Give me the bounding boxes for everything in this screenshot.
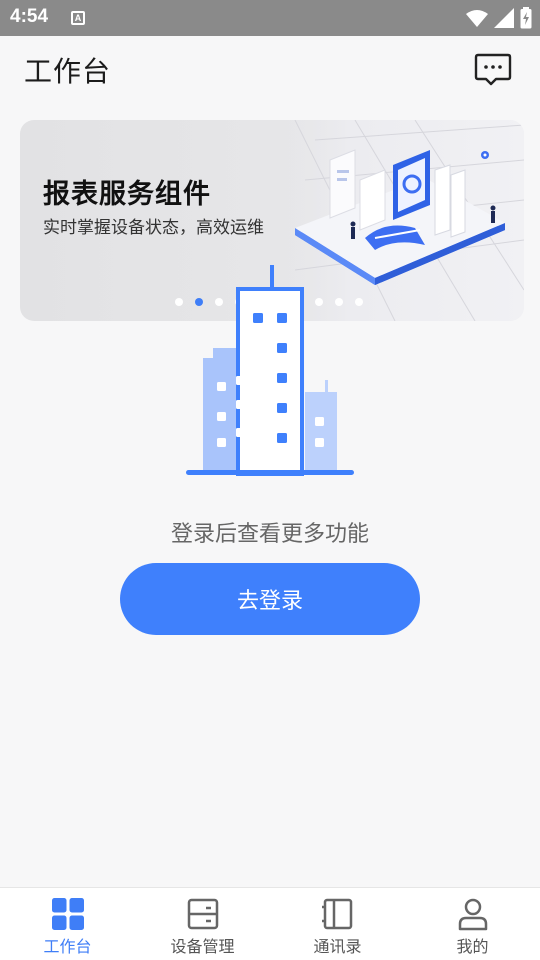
status-bar: 4:54 A <box>0 0 540 36</box>
empty-state-message: 登录后查看更多功能 <box>170 522 369 547</box>
status-time: 4:54 <box>10 6 49 27</box>
user-icon <box>458 898 487 931</box>
login-button[interactable]: 去登录 <box>120 563 420 635</box>
wifi-icon <box>466 10 488 27</box>
nav-label: 设备管理 <box>170 937 235 956</box>
banner-subtitle: 实时掌握设备状态，高效运维 <box>43 218 264 238</box>
device-icon <box>187 898 218 930</box>
carousel-dot[interactable] <box>175 298 183 306</box>
banner-title: 报表服务组件 <box>43 179 211 210</box>
building-icon <box>186 265 354 476</box>
nav-label: 我的 <box>456 937 489 956</box>
message-button[interactable] <box>474 52 512 88</box>
nav-item-mine[interactable]: 我的 <box>405 888 540 960</box>
cell-signal-icon <box>494 8 514 28</box>
nav-item-workbench[interactable]: 工作台 <box>0 888 135 960</box>
grid-icon <box>51 898 84 930</box>
accessibility-notification-icon: A <box>71 11 85 25</box>
nav-item-contacts[interactable]: 通讯录 <box>270 888 405 960</box>
battery-icon <box>520 7 532 29</box>
page-title: 工作台 <box>24 55 112 88</box>
status-icons <box>466 6 532 30</box>
nav-label: 工作台 <box>43 937 92 956</box>
nav-label: 通讯录 <box>313 937 362 956</box>
contacts-icon <box>321 898 352 930</box>
bottom-nav: 工作台 设备管理 通讯录 我的 <box>0 887 540 960</box>
nav-item-device-management[interactable]: 设备管理 <box>135 888 270 960</box>
chat-bubble-icon <box>474 53 512 86</box>
